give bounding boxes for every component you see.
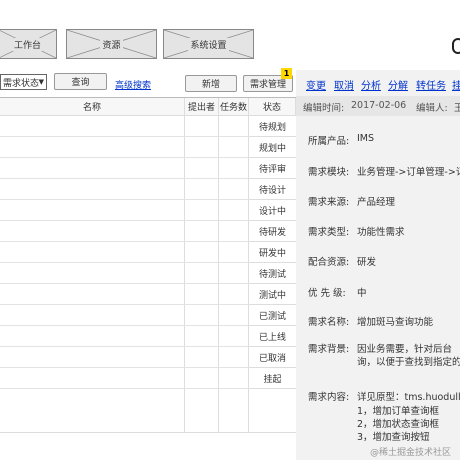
table-row[interactable] (0, 178, 249, 179)
table-row[interactable] (0, 283, 249, 284)
editor-label: 编辑人: (416, 103, 448, 114)
query-button[interactable]: 查询 (54, 73, 107, 90)
table-row[interactable] (0, 157, 249, 158)
requirement-name-label: 需求名称: (308, 317, 350, 328)
status-cell: 规划中 (249, 137, 296, 158)
table-row[interactable] (0, 136, 249, 137)
notification-badge: 1 (281, 68, 292, 79)
partial-icon (452, 38, 460, 54)
column-divider (218, 116, 219, 432)
status-cell: 已上线 (249, 326, 296, 347)
tab-settings-label: 系统设置 (188, 37, 229, 51)
status-cell: 待研发 (249, 221, 296, 242)
type-label: 需求类型: (308, 227, 350, 238)
table-bottom-border (0, 432, 296, 433)
status-cell: 待评审 (249, 158, 296, 179)
status-cell: 待规划 (249, 116, 296, 137)
product-label: 所属产品: (308, 136, 350, 147)
source-label: 需求来源: (308, 197, 350, 208)
edit-time-value: 2017-02-06 (351, 100, 407, 111)
status-cell: 待测试 (249, 263, 296, 284)
table-row[interactable] (0, 241, 249, 242)
background-label: 需求背景: (308, 344, 350, 355)
table-row[interactable] (0, 325, 249, 326)
advanced-search-link[interactable]: 高级搜索 (115, 78, 151, 91)
status-cell: 待设计 (249, 179, 296, 200)
resource-label: 配合资源: (308, 257, 350, 268)
table-row[interactable] (0, 199, 249, 200)
content-line-1: 详见原型：tms.huodull.c (357, 392, 460, 403)
tab-workbench-label: 工作台 (11, 37, 43, 51)
tab-settings[interactable]: 系统设置 (163, 29, 254, 59)
status-cell: 研发中 (249, 242, 296, 263)
source-value: 产品经理 (357, 197, 396, 208)
watermark: @稀土掘金技术社区 (370, 448, 452, 458)
resource-value: 研发 (357, 257, 377, 268)
action-link[interactable]: 分析 (361, 77, 381, 92)
column-divider (184, 116, 185, 432)
status-filter-value: 需求状态 (3, 78, 40, 89)
action-link[interactable]: 取消 (334, 77, 354, 92)
status-cell: 已取消 (249, 347, 296, 368)
column-header-status[interactable]: 状态 (249, 98, 296, 116)
table-row[interactable] (0, 262, 249, 263)
table-row[interactable] (0, 346, 249, 347)
column-header-name[interactable]: 名称 (0, 98, 185, 116)
content-item-1: 1，增加订单查询框 (357, 406, 440, 417)
editor-value: 王 (454, 103, 460, 114)
chevron-down-icon: ▼ (38, 78, 44, 86)
action-link[interactable]: 变更 (306, 77, 326, 92)
module-label: 需求模块: (308, 167, 350, 178)
tab-workbench[interactable]: 工作台 (0, 29, 57, 59)
column-header-tasks[interactable]: 任务数 (219, 98, 249, 116)
table-row[interactable] (0, 304, 249, 305)
content-item-3: 3，增加查询按钮 (357, 432, 430, 443)
background-line-2: 询，以便于查找到指定的 (357, 357, 460, 368)
type-value: 功能性需求 (357, 227, 405, 238)
add-button[interactable]: 新增 (185, 75, 237, 92)
table-row[interactable] (0, 367, 249, 368)
tab-resources[interactable]: 资源 (66, 29, 157, 59)
status-cell: 挂起 (249, 368, 296, 389)
content-label: 需求内容: (308, 392, 350, 403)
module-value: 业务管理->订单管理->订 (357, 167, 460, 178)
requirement-name-value: 增加斑马查询功能 (357, 317, 434, 328)
status-cell: 已测试 (249, 305, 296, 326)
action-link[interactable]: 挂 (452, 77, 460, 92)
edit-time-label: 编辑时间: (303, 103, 345, 114)
priority-label: 优 先 级: (308, 288, 346, 299)
product-value: IMS (357, 133, 375, 144)
content-item-2: 2，增加状态查询框 (357, 419, 440, 430)
table-row[interactable] (0, 220, 249, 221)
status-cell: 设计中 (249, 200, 296, 221)
status-cell: 测试中 (249, 284, 296, 305)
table-row[interactable] (0, 388, 249, 389)
background-line-1: 因业务需要，针对后台 (357, 344, 453, 355)
action-link[interactable]: 转任务 (416, 77, 446, 92)
tab-resources-label: 资源 (100, 37, 123, 51)
column-header-proposer[interactable]: 提出者 (185, 98, 219, 116)
status-filter-select[interactable]: 需求状态 ▼ (0, 74, 47, 90)
priority-value: 中 (357, 288, 367, 299)
action-link[interactable]: 分解 (388, 77, 408, 92)
